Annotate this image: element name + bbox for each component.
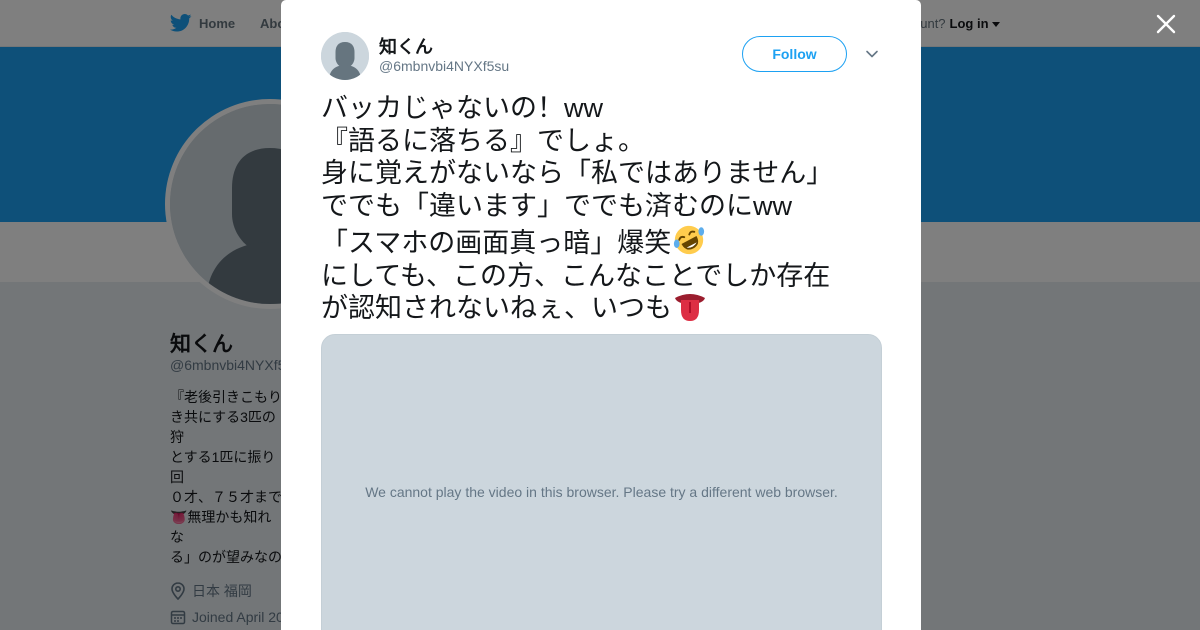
tongue-emoji [675, 294, 705, 322]
tweet-line: 身に覚えがないなら「私ではありません」 [321, 158, 834, 189]
tweet-line-with-emoji: 「スマホの画面真っ暗」爆笑 [321, 223, 881, 260]
tweet-author-avatar[interactable] [321, 32, 369, 80]
tweet-line-text: が認知されないねぇ、いつも [321, 293, 672, 324]
tweet-line: にしても、この方、こんなことでしか存在 [321, 260, 831, 291]
tweet-line-with-emoji: が認知されないねぇ、いつも [321, 292, 881, 325]
follow-button[interactable]: Follow [742, 36, 847, 72]
tweet-modal: 知くん @6mbnvbi4NYXf5su Follow バッカじゃないの！ww … [281, 0, 921, 630]
tweet-line-text: 「スマホの画面真っ暗」爆笑 [321, 227, 672, 258]
tweet-line: ででも「違います」ででも済むのにww [321, 191, 792, 222]
rofl-emoji [674, 225, 705, 254]
tweet-text: バッカじゃないの！ww 『語るに落ちる』でしょ。 身に覚えがないなら「私ではあり… [321, 92, 881, 325]
chevron-down-icon[interactable] [864, 46, 880, 62]
video-player[interactable]: We cannot play the video in this browser… [321, 334, 882, 630]
default-avatar-icon [321, 32, 369, 80]
tweet-author-handle[interactable]: @6mbnvbi4NYXf5su [379, 58, 509, 74]
close-icon[interactable] [1152, 10, 1180, 38]
tweet-line: 『語るに落ちる』でしょ。 [321, 125, 645, 156]
video-unsupported-message: We cannot play the video in this browser… [365, 484, 838, 500]
tweet-author-name[interactable]: 知くん [379, 33, 433, 59]
tweet-line: バッカじゃないの！ww [321, 93, 603, 123]
